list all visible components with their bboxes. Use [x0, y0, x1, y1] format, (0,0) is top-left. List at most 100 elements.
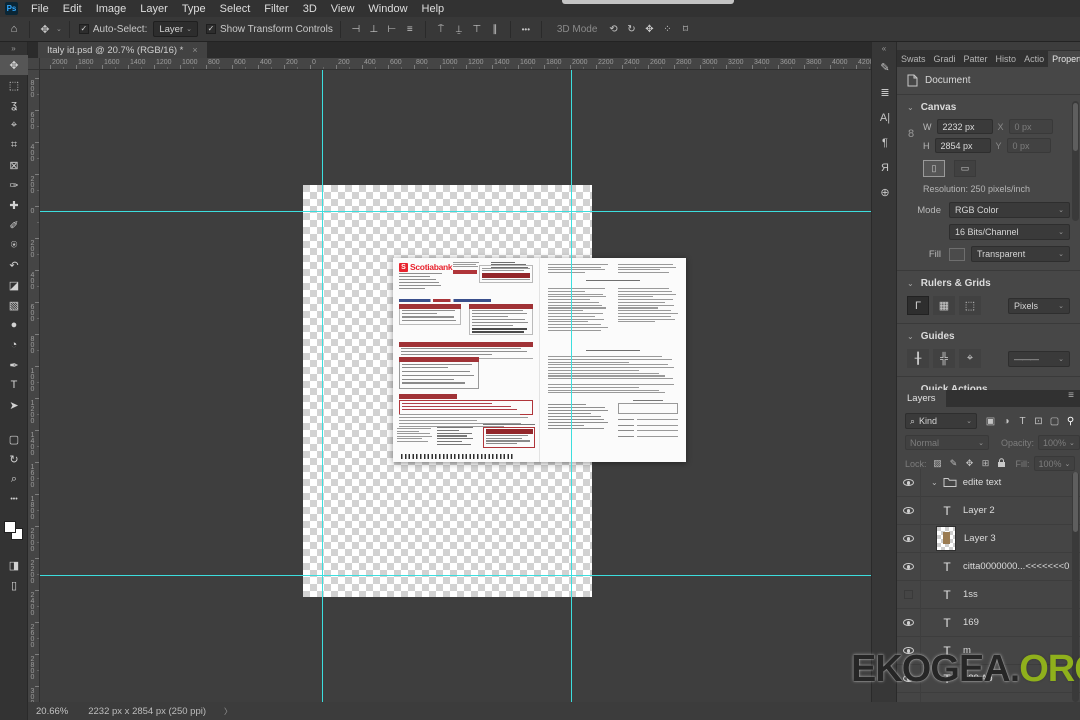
panel-menu-icon[interactable]: ≡: [1062, 390, 1080, 407]
lock-paint-icon[interactable]: ✎: [947, 458, 961, 469]
menu-item-edit[interactable]: Edit: [56, 3, 89, 15]
tab-layers[interactable]: Layers: [897, 390, 946, 407]
layer-row[interactable]: Tcitta0000000...<<<<<<<0 d: [897, 552, 1080, 581]
layers-scrollbar[interactable]: [1072, 472, 1079, 702]
visibility-toggle[interactable]: [897, 636, 921, 665]
layer-thumbnail[interactable]: [936, 526, 956, 551]
menu-item-file[interactable]: File: [24, 3, 56, 15]
vertical-ruler[interactable]: 800 600 400 200 0 200 400 600 800 1000 1200 1400 160…: [28, 70, 40, 702]
visibility-toggle[interactable]: [897, 608, 921, 637]
move-tool-preset-icon[interactable]: ✥: [37, 23, 53, 36]
grid-overlay-icon[interactable]: ▦: [933, 296, 955, 315]
landscape-orientation-button[interactable]: ▭: [954, 160, 976, 177]
foreground-color-swatch[interactable]: [3, 521, 16, 533]
y-field[interactable]: 0 px: [1006, 138, 1051, 153]
lock-all-icon[interactable]: [997, 457, 1006, 470]
visibility-toggle[interactable]: [897, 469, 921, 497]
character-panel-icon[interactable]: A|: [872, 105, 898, 130]
type-tool[interactable]: T: [0, 375, 28, 395]
blend-mode-dropdown[interactable]: Normal ⌄: [905, 435, 989, 450]
canvas-content[interactable]: S Scotiabank: [40, 70, 871, 702]
layer-row[interactable]: T 129 Ab: [897, 664, 1080, 693]
menu-item-filter[interactable]: Filter: [257, 3, 295, 15]
visibility-toggle[interactable]: [897, 524, 921, 553]
pixel-filter-icon[interactable]: ▣: [984, 416, 997, 427]
guide-horizontal[interactable]: [40, 575, 871, 576]
foreground-background-swatches[interactable]: [3, 521, 24, 541]
brush-settings-panel-icon[interactable]: ✎: [872, 55, 898, 80]
ruler-units-dropdown[interactable]: Pixels ⌄: [1008, 297, 1070, 314]
quick-selection-tool[interactable]: ⌖: [0, 115, 28, 135]
zoom-level-field[interactable]: 20.66%: [36, 706, 68, 717]
portrait-orientation-button[interactable]: ▯: [923, 160, 945, 177]
expand-icon[interactable]: ⌄: [931, 478, 938, 487]
pin-icon[interactable]: ⚲: [1064, 416, 1077, 427]
visibility-toggle[interactable]: [897, 552, 921, 581]
horizontal-ruler[interactable]: 2000 1800 1600 1400 1200 1000 800 600 400 200 0 200…: [40, 58, 871, 70]
shape-filter-icon[interactable]: ⊡: [1032, 416, 1045, 427]
link-dimensions-icon[interactable]: 8: [908, 128, 914, 140]
tab-actio[interactable]: Actio: [1020, 51, 1048, 67]
eraser-tool[interactable]: ◪: [0, 275, 28, 295]
home-icon[interactable]: ⌂: [6, 23, 22, 35]
quick-actions-section-header[interactable]: ⌄ Quick Actions: [897, 377, 1080, 390]
lock-position-icon[interactable]: ✥: [963, 458, 977, 469]
adjustment-filter-icon[interactable]: ◑: [1000, 416, 1013, 427]
shape-tool[interactable]: ▢: [0, 429, 28, 449]
tab-gradi[interactable]: Gradi: [930, 51, 960, 67]
align-right-icon[interactable]: ⊢: [384, 24, 400, 35]
height-field[interactable]: 2854 px: [934, 138, 991, 153]
show-transform-checkbox[interactable]: ✓: [206, 24, 216, 34]
status-options-chevron-icon[interactable]: 〉: [224, 706, 232, 717]
lasso-tool[interactable]: ʓ: [0, 95, 28, 115]
guide-layout-icon[interactable]: ╬: [933, 349, 955, 368]
quick-mask-button[interactable]: ◨: [0, 555, 28, 575]
layer-filter-dropdown[interactable]: ⌕ Kind ⌄: [905, 413, 977, 429]
tab-swats[interactable]: Swats: [897, 51, 930, 67]
gradient-tool[interactable]: ▧: [0, 295, 28, 315]
tab-patter[interactable]: Patter: [960, 51, 992, 67]
glyphs-panel-icon[interactable]: Я: [872, 155, 898, 180]
bit-depth-dropdown[interactable]: 16 Bits/Channel ⌄: [949, 224, 1070, 240]
history-brush-tool[interactable]: ↶: [0, 255, 28, 275]
zoom-tool[interactable]: ⌕: [0, 469, 28, 489]
layer-row[interactable]: Layer 3: [897, 524, 1080, 553]
tab-histo[interactable]: Histo: [992, 51, 1021, 67]
layer-row[interactable]: Tm: [897, 636, 1080, 665]
auto-select-target-dropdown[interactable]: Layer ⌄: [153, 21, 198, 37]
menu-item-select[interactable]: Select: [213, 3, 258, 15]
visibility-toggle[interactable]: [897, 580, 921, 609]
lock-transparency-icon[interactable]: ▨: [931, 458, 945, 469]
toolbar-collapse-icon[interactable]: »: [0, 42, 27, 55]
menu-item-3d[interactable]: 3D: [296, 3, 324, 15]
tab-properties[interactable]: Properties: [1048, 51, 1080, 67]
chevron-down-icon[interactable]: ⌄: [56, 25, 62, 33]
distribute-spacing-icon[interactable]: ∥: [487, 24, 503, 35]
frame-tool[interactable]: ⊠: [0, 155, 28, 175]
blur-tool[interactable]: ●: [0, 315, 28, 335]
clone-stamp-tool[interactable]: ⍟: [0, 235, 28, 255]
eyedropper-tool[interactable]: ✑: [0, 175, 28, 195]
3d-slide-icon[interactable]: ⁘: [659, 24, 675, 35]
type-filter-icon[interactable]: T: [1016, 416, 1029, 427]
marquee-tool[interactable]: ⬚: [0, 75, 28, 95]
guide-style-dropdown[interactable]: ——— ⌄: [1008, 350, 1070, 367]
canvas-section-header[interactable]: ⌄ Canvas: [897, 95, 1080, 115]
color-mode-dropdown[interactable]: RGB Color ⌄: [949, 202, 1070, 218]
screen-mode-button[interactable]: ▯: [0, 575, 28, 595]
clear-guides-icon[interactable]: ⌖: [959, 349, 981, 368]
menu-item-help[interactable]: Help: [415, 3, 452, 15]
width-field[interactable]: 2232 px: [936, 119, 993, 134]
3d-orbit-icon[interactable]: ⟲: [605, 24, 621, 35]
guides-section-header[interactable]: ⌄ Guides: [897, 324, 1080, 344]
adjustments-panel-icon[interactable]: ≣: [872, 80, 898, 105]
menu-item-view[interactable]: View: [324, 3, 362, 15]
healing-brush-tool[interactable]: ✚: [0, 195, 28, 215]
ruler-origin-corner[interactable]: [28, 58, 40, 70]
guide-vertical[interactable]: [571, 70, 572, 702]
guide-vertical[interactable]: [322, 70, 323, 702]
edit-toolbar-icon[interactable]: •••: [0, 489, 28, 509]
opacity-field[interactable]: 100% ⌄: [1038, 435, 1080, 450]
align-center-horizontal-icon[interactable]: ⊥: [366, 24, 382, 35]
libraries-panel-icon[interactable]: ⊕: [872, 180, 898, 205]
